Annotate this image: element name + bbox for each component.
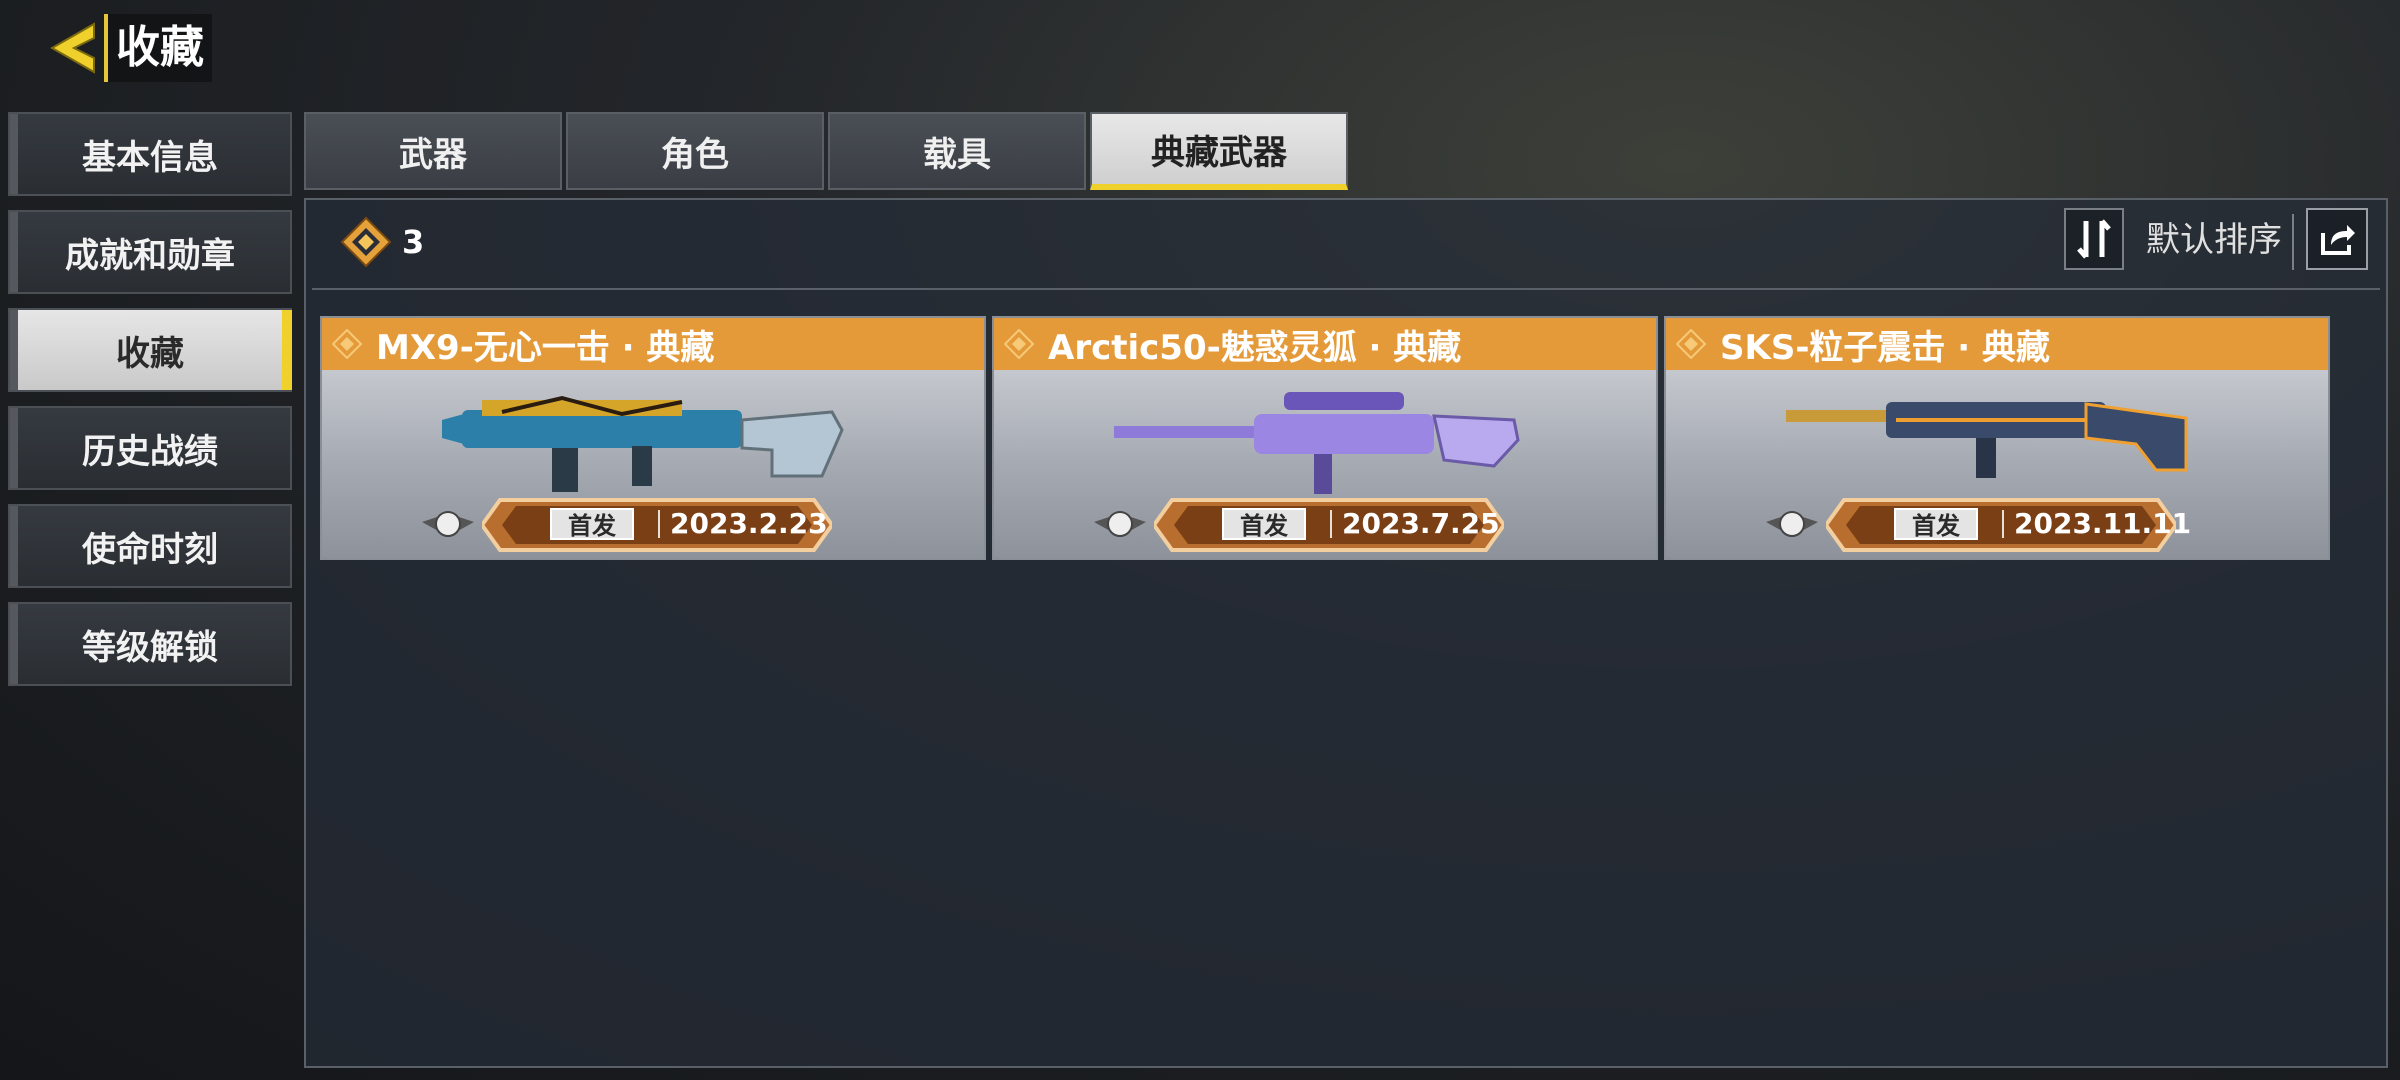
launch-tag: 首发	[550, 508, 634, 540]
divider	[312, 288, 2380, 290]
sidebar-item-basic-info[interactable]: 基本信息	[8, 112, 292, 196]
sidebar-item-collection[interactable]: 收藏	[8, 308, 292, 392]
sidebar-item-label: 收藏	[116, 333, 184, 374]
release-date: 2023.2.23	[670, 507, 828, 540]
release-plate: 首发 2023.2.23	[482, 496, 832, 554]
sidebar-item-achievements[interactable]: 成就和勋章	[8, 210, 292, 294]
release-date: 2023.11.11	[2014, 507, 2192, 540]
weapon-name: MX9-无心一击 · 典藏	[376, 327, 715, 368]
launch-tag: 首发	[1894, 508, 1978, 540]
share-button[interactable]	[2306, 208, 2368, 270]
tab-label: 典藏武器	[1151, 132, 1287, 173]
tab-label: 载具	[923, 134, 991, 175]
back-button[interactable]	[40, 14, 108, 82]
sidebar-item-label: 历史战绩	[82, 431, 218, 472]
weapon-image	[442, 395, 844, 492]
tab-characters[interactable]: 角色	[566, 112, 824, 190]
rank-badge-icon	[1766, 511, 1818, 537]
collector-weapon-card[interactable]: Arctic50-魅惑灵狐 · 典藏 首发 2023.7.25	[992, 316, 1658, 560]
card-title-bar: Arctic50-魅惑灵狐 · 典藏	[994, 318, 1656, 370]
collector-weapon-card[interactable]: SKS-粒子震击 · 典藏 首发 2023.11.11	[1664, 316, 2330, 560]
release-plate: 首发 2023.11.11	[1826, 496, 2191, 554]
release-plate: 首发 2023.7.25	[1154, 496, 1504, 554]
tab-label: 武器	[399, 134, 467, 175]
sidebar-item-history[interactable]: 历史战绩	[8, 406, 292, 490]
sidebar-item-label: 基本信息	[82, 137, 218, 178]
tab-label: 角色	[661, 134, 729, 175]
diamond-icon	[332, 329, 362, 359]
weapon-image	[1114, 392, 1520, 494]
rank-badge-icon	[1094, 511, 1146, 537]
back-arrow-icon	[49, 22, 95, 74]
sort-order-button[interactable]	[2064, 208, 2124, 270]
weapon-name: SKS-粒子震击 · 典藏	[1720, 327, 2051, 368]
sidebar-item-label: 成就和勋章	[65, 235, 235, 276]
tab-collector-weapons[interactable]: 典藏武器	[1090, 112, 1348, 190]
sidebar-item-label: 等级解锁	[82, 627, 218, 668]
page-title: 收藏	[104, 14, 212, 82]
release-date: 2023.7.25	[1342, 507, 1500, 540]
card-title-bar: MX9-无心一击 · 典藏	[322, 318, 984, 370]
divider	[1330, 510, 1332, 538]
launch-tag: 首发	[1222, 508, 1306, 540]
sort-dropdown[interactable]: 默认排序	[2146, 214, 2282, 266]
tab-weapons[interactable]: 武器	[304, 112, 562, 190]
divider	[2292, 214, 2294, 270]
diamond-icon	[1004, 329, 1034, 359]
card-title-bar: SKS-粒子震击 · 典藏	[1666, 318, 2328, 370]
divider	[658, 510, 660, 538]
sidebar-item-label: 使命时刻	[82, 529, 218, 570]
sort-toggle-icon	[2077, 219, 2111, 259]
collection-count: 3	[402, 223, 425, 261]
collector-weapon-card[interactable]: MX9-无心一击 · 典藏 首发 2023.2.23	[320, 316, 986, 560]
share-icon	[2321, 225, 2355, 255]
tab-vehicles[interactable]: 载具	[828, 112, 1086, 190]
rank-badge-icon	[422, 511, 474, 537]
divider	[2002, 510, 2004, 538]
diamond-icon	[1676, 329, 1706, 359]
weapon-name: Arctic50-魅惑灵狐 · 典藏	[1048, 327, 1462, 368]
sidebar-item-mission-moments[interactable]: 使命时刻	[8, 504, 292, 588]
weapon-image	[1786, 402, 2188, 478]
collection-emblem-icon	[340, 216, 392, 268]
sidebar-item-level-unlock[interactable]: 等级解锁	[8, 602, 292, 686]
